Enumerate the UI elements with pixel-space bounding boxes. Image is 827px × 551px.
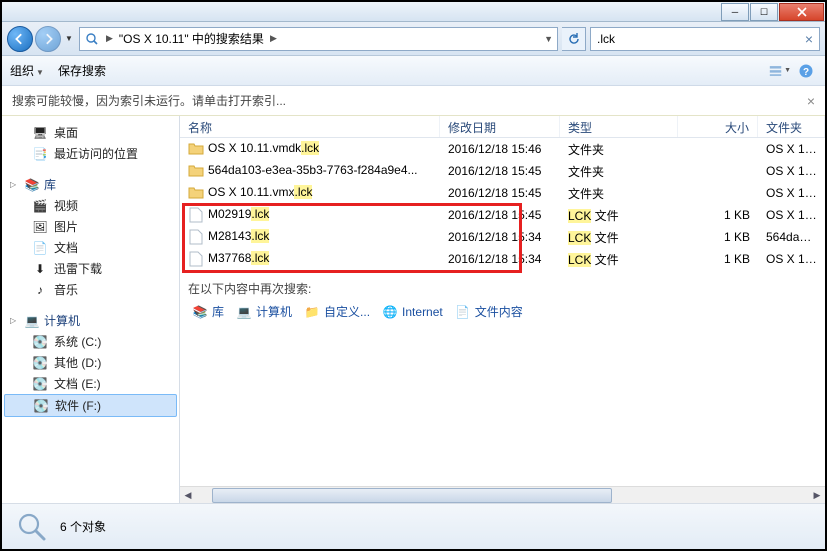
refresh-button[interactable] xyxy=(562,27,586,51)
forward-button[interactable] xyxy=(35,26,61,52)
nav-drive-e[interactable]: 💽文档 (E:) xyxy=(4,373,177,394)
computer-icon: 💻 xyxy=(24,313,40,329)
search-folder-icon xyxy=(84,31,100,47)
nav-xunlei[interactable]: ⬇迅雷下载 xyxy=(4,258,177,279)
magnifier-icon xyxy=(14,509,50,545)
address-dropdown-icon[interactable]: ▼ xyxy=(544,34,553,44)
nav-drive-c[interactable]: 💽系统 (C:) xyxy=(4,331,177,352)
scrollbar-thumb[interactable] xyxy=(212,488,612,503)
status-bar: 6 个对象 xyxy=(2,503,825,549)
address-row: ▼ ▶ "OS X 10.11" 中的搜索结果 ▶ ▼ × xyxy=(2,22,825,56)
back-button[interactable] xyxy=(7,26,33,52)
col-name[interactable]: 名称 xyxy=(180,116,440,137)
organize-menu[interactable]: 组织▼ xyxy=(10,62,44,79)
nav-drive-f[interactable]: 💽软件 (F:) xyxy=(4,394,177,417)
search-box[interactable]: × xyxy=(590,27,820,51)
search-again-section: 在以下内容中再次搜索:📚库💻计算机📁自定义...🌐Internet📄文件内容 xyxy=(180,270,825,330)
documents-icon: 📄 xyxy=(32,240,48,256)
info-close-icon[interactable]: × xyxy=(807,93,815,109)
save-search-button[interactable]: 保存搜索 xyxy=(58,62,106,79)
music-icon: ♪ xyxy=(32,282,48,298)
computer-icon: 💻 xyxy=(236,304,252,320)
folder-icon xyxy=(188,185,204,201)
info-text: 搜索可能较慢，因为索引未运行。请单击打开索引... xyxy=(12,92,286,109)
drive-icon: 💽 xyxy=(32,334,48,350)
col-type[interactable]: 类型 xyxy=(560,116,678,137)
drive-icon: 💽 xyxy=(32,355,48,371)
file-row[interactable]: 564da103-e3ea-35b3-7763-f284a9e4...2016/… xyxy=(180,160,825,182)
horizontal-scrollbar[interactable]: ◀ ▶ xyxy=(180,486,825,503)
download-icon: ⬇ xyxy=(32,261,48,277)
drive-icon: 💽 xyxy=(33,398,49,414)
search-input[interactable] xyxy=(597,32,805,46)
internet-icon: 🌐 xyxy=(382,304,398,320)
breadcrumb-sep-icon: ▶ xyxy=(270,33,277,44)
toolbar: 组织▼ 保存搜索 ▼ ? xyxy=(2,56,825,86)
search-scope-libraries-icon[interactable]: 📚库 xyxy=(192,303,224,320)
file-row[interactable]: OS X 10.11.vmx.lck2016/12/18 15:45文件夹OS … xyxy=(180,182,825,204)
results-pane: 名称 修改日期 类型 大小 文件夹 OS X 10.11.vmdk.lck201… xyxy=(180,116,825,503)
col-size[interactable]: 大小 xyxy=(678,116,758,137)
nav-drive-d[interactable]: 💽其他 (D:) xyxy=(4,352,177,373)
libraries-icon: 📚 xyxy=(24,177,40,193)
search-scope-computer-icon[interactable]: 💻计算机 xyxy=(236,303,292,320)
file-icon xyxy=(188,229,204,245)
search-scope-content-icon[interactable]: 📄文件内容 xyxy=(455,303,523,320)
address-bar[interactable]: ▶ "OS X 10.11" 中的搜索结果 ▶ ▼ xyxy=(79,27,558,51)
drive-icon: 💽 xyxy=(32,376,48,392)
close-button[interactable] xyxy=(779,3,824,21)
nav-recent[interactable]: 📑最近访问的位置 xyxy=(4,143,177,164)
file-icon xyxy=(188,251,204,267)
nav-music[interactable]: ♪音乐 xyxy=(4,279,177,300)
content-icon: 📄 xyxy=(455,304,471,320)
nav-documents[interactable]: 📄文档 xyxy=(4,237,177,258)
file-row[interactable]: M28143.lck2016/12/18 15:34LCK 文件1 KB564d… xyxy=(180,226,825,248)
status-count: 6 个对象 xyxy=(60,518,106,535)
index-info-bar[interactable]: 搜索可能较慢，因为索引未运行。请单击打开索引... × xyxy=(2,86,825,116)
column-headers: 名称 修改日期 类型 大小 文件夹 xyxy=(180,116,825,138)
clear-search-icon[interactable]: × xyxy=(805,31,813,47)
breadcrumb-label: "OS X 10.11" 中的搜索结果 xyxy=(119,30,264,47)
folder-icon xyxy=(188,163,204,179)
pictures-icon: 🖼 xyxy=(32,219,48,235)
nav-videos[interactable]: 🎬视频 xyxy=(4,195,177,216)
nav-pictures[interactable]: 🖼图片 xyxy=(4,216,177,237)
search-scope-custom-icon[interactable]: 📁自定义... xyxy=(304,303,370,320)
folder-icon xyxy=(188,141,204,157)
breadcrumb-sep-icon: ▶ xyxy=(106,33,113,44)
nav-computer-header[interactable]: ▷💻计算机 xyxy=(4,310,177,331)
title-bar: ─ ☐ xyxy=(2,2,825,22)
view-options-button[interactable]: ▼ xyxy=(769,60,791,82)
col-date[interactable]: 修改日期 xyxy=(440,116,560,137)
nav-libraries-header[interactable]: ▷📚库 xyxy=(4,174,177,195)
search-scope-internet-icon[interactable]: 🌐Internet xyxy=(382,304,443,320)
navigation-pane: 🖥桌面 📑最近访问的位置 ▷📚库 🎬视频 🖼图片 📄文档 ⬇迅雷下载 ♪音乐 ▷… xyxy=(2,116,180,503)
desktop-icon: 🖥 xyxy=(32,125,48,141)
nav-desktop[interactable]: 🖥桌面 xyxy=(4,122,177,143)
maximize-button[interactable]: ☐ xyxy=(750,3,778,21)
help-button[interactable]: ? xyxy=(795,60,817,82)
col-folder[interactable]: 文件夹 xyxy=(758,116,825,137)
minimize-button[interactable]: ─ xyxy=(721,3,749,21)
file-row[interactable]: M02919.lck2016/12/18 15:45LCK 文件1 KBOS X… xyxy=(180,204,825,226)
svg-text:?: ? xyxy=(803,67,809,78)
file-row[interactable]: OS X 10.11.vmdk.lck2016/12/18 15:46文件夹OS… xyxy=(180,138,825,160)
nav-history-dropdown[interactable]: ▼ xyxy=(63,34,75,43)
recent-icon: 📑 xyxy=(32,146,48,162)
file-icon xyxy=(188,207,204,223)
custom-icon: 📁 xyxy=(304,304,320,320)
file-row[interactable]: M37768.lck2016/12/18 15:34LCK 文件1 KBOS X… xyxy=(180,248,825,270)
libraries-icon: 📚 xyxy=(192,304,208,320)
video-icon: 🎬 xyxy=(32,198,48,214)
